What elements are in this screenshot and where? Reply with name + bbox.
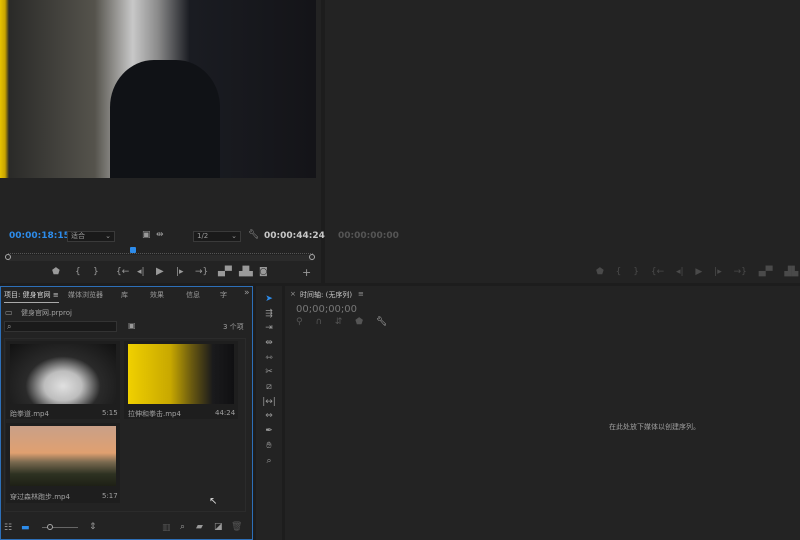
scrub-bar[interactable]: [8, 255, 313, 261]
safe-margins-icon[interactable]: ▣: [142, 230, 151, 240]
clip-name: 拉伸和拳击.mp4: [128, 410, 181, 418]
tab-project[interactable]: 项目: 健身官网 ≡: [4, 290, 59, 303]
fit-dropdown[interactable]: 适合 ⌄: [67, 231, 115, 242]
trash-icon[interactable]: 🗑︎: [231, 522, 242, 532]
clip-thumbnail[interactable]: [10, 426, 116, 486]
track-select-tool-icon[interactable]: ⇶: [262, 309, 276, 319]
zoom-tool-icon[interactable]: ⌕: [262, 456, 276, 466]
timeline-tool-icons: ⚲ ∩ ⇵ ⬟ 🔧︎: [296, 317, 388, 327]
timeline-menu-icon[interactable]: ≡: [358, 290, 364, 298]
slider-thumb[interactable]: [47, 524, 53, 530]
timeline-timecode[interactable]: 00;00;00;00: [296, 304, 357, 315]
tab-libraries[interactable]: 库: [121, 290, 128, 300]
tab-info[interactable]: 信息: [186, 290, 200, 300]
tab-effects[interactable]: 效果: [150, 290, 164, 300]
clip-duration: 5:15: [102, 409, 118, 417]
project-file-name: 健身官网.prproj: [21, 309, 72, 317]
resolution-dropdown[interactable]: 1/2 ⌄: [193, 231, 241, 242]
find-icon[interactable]: ⌕: [180, 522, 185, 532]
step-forward-icon[interactable]: |▸: [176, 267, 184, 277]
clip-duration: 44:24: [215, 409, 236, 417]
clip-name: 穿过森林跑步.mp4: [10, 493, 70, 501]
camera-icon[interactable]: ◙: [259, 267, 268, 277]
zoom-handle-right[interactable]: [309, 254, 315, 260]
rolling-edit-tool-icon[interactable]: ⇹: [262, 338, 276, 348]
bin-icon: ▭: [5, 308, 13, 317]
mouse-cursor-icon: ↖: [209, 496, 218, 507]
fit-value: 适合: [71, 232, 85, 240]
playhead[interactable]: [130, 247, 137, 253]
selection-tool-icon[interactable]: ➤: [262, 294, 276, 304]
search-icon: ⌕: [7, 322, 12, 331]
mark-in-icon[interactable]: {: [75, 267, 81, 277]
time-ruler[interactable]: [8, 248, 313, 254]
menu-icon[interactable]: ≡: [53, 291, 59, 299]
go-to-in-icon[interactable]: {←: [116, 267, 129, 277]
add-icon[interactable]: +: [302, 266, 311, 279]
razor-tool-icon[interactable]: ✂: [262, 367, 276, 377]
play-icon[interactable]: ▶: [156, 266, 164, 277]
clip-name: 跆拳道.mp4: [10, 410, 49, 418]
hand-tool-icon[interactable]: ✋︎: [262, 441, 276, 451]
ripple-edit-tool-icon[interactable]: ⇥: [262, 323, 276, 333]
step-back-icon[interactable]: ◂|: [137, 267, 145, 277]
list-view-icon[interactable]: ☷: [4, 523, 12, 533]
source-duration: 00:00:44:24: [264, 231, 325, 241]
more-tabs-button[interactable]: »: [244, 288, 250, 298]
sort-icon[interactable]: ⇕: [89, 522, 97, 532]
timeline-title: 时间轴: (无序列): [300, 291, 353, 299]
clip-duration: 5:17: [102, 492, 118, 500]
slip-tool-icon[interactable]: ⧄: [262, 382, 276, 392]
mark-out-icon[interactable]: }: [93, 267, 99, 277]
slide-tool-icon[interactable]: ⇔: [262, 411, 276, 421]
tab-label: 项目: 健身官网: [4, 291, 51, 299]
item-count: 3 个项: [223, 323, 244, 331]
clip-thumbnail[interactable]: [10, 344, 116, 404]
new-bin-icon[interactable]: ▰: [196, 522, 203, 532]
program-current-time[interactable]: 00:00:00:00: [338, 231, 399, 241]
automate-to-sequence-icon[interactable]: ▥: [162, 523, 171, 533]
chevron-down-icon: ⌄: [105, 232, 111, 240]
new-item-icon[interactable]: ◪: [214, 522, 223, 532]
icon-view-icon[interactable]: ▬: [21, 523, 30, 533]
drop-frame-icon[interactable]: ⇹: [156, 230, 164, 240]
source-current-time[interactable]: 00:00:18:15: [9, 231, 70, 241]
chevron-down-icon: ⌄: [231, 232, 237, 240]
close-tab-icon[interactable]: ×: [290, 290, 296, 298]
thumbnail-size-slider[interactable]: [42, 524, 78, 530]
overwrite-icon[interactable]: ▟▙: [239, 267, 253, 277]
wrench-icon[interactable]: 🔧︎: [376, 317, 387, 327]
empty-timeline-message: 在此处放下媒体以创建序列。: [609, 423, 700, 431]
pen-tool-icon[interactable]: ✒: [262, 426, 276, 436]
zoom-handle-left[interactable]: [5, 254, 11, 260]
wrench-icon[interactable]: 🔧︎: [248, 230, 259, 240]
slide-tool-icon[interactable]: |↔|: [262, 397, 276, 407]
tab-captions[interactable]: 字: [220, 290, 227, 300]
marker-icon[interactable]: ⬟: [52, 267, 60, 277]
search-input[interactable]: ⌕: [4, 321, 117, 332]
program-transport-controls: ⬟ { } {← ◂| ▶ |▸ →} ▄▀ ▟▙: [596, 267, 799, 277]
resolution-value: 1/2: [197, 232, 209, 240]
insert-icon[interactable]: ▄▀: [218, 267, 232, 277]
clip-thumbnail[interactable]: [128, 344, 234, 404]
source-video-frame: [0, 0, 316, 178]
tab-media-browser[interactable]: 媒体浏览器: [68, 290, 103, 300]
new-bin-from-search-icon[interactable]: ▣: [128, 321, 136, 330]
go-to-out-icon[interactable]: →}: [195, 267, 208, 277]
rate-stretch-tool-icon[interactable]: ⇿: [262, 353, 276, 363]
